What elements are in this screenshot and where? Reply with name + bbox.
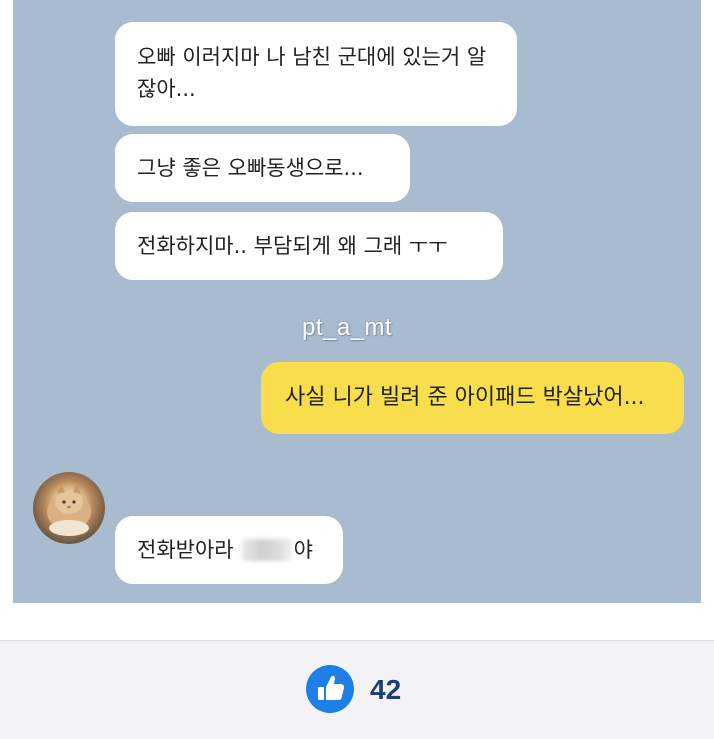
message-bubble-3: 전화하지마.. 부담되게 왜 그래 ㅜㅜ	[115, 212, 503, 280]
my-message-bubble: 사실 니가 빌려 준 아이패드 박살났어...	[261, 362, 684, 434]
message-text-before: 전화받아라	[137, 538, 234, 562]
message-text-after: 야	[293, 538, 313, 562]
page: 오빠 이러지마 나 남친 군대에 있는거 알잖아... 그냥 좋은 오빠동생으로…	[0, 0, 714, 739]
like-count: 42	[370, 674, 402, 705]
chat-screenshot: 오빠 이러지마 나 남친 군대에 있는거 알잖아... 그냥 좋은 오빠동생으로…	[13, 0, 701, 603]
message-text: 사실 니가 빌려 준 아이패드 박살났어...	[285, 385, 645, 410]
thumbs-up-icon[interactable]	[306, 665, 354, 713]
message-bubble-2: 그냥 좋은 오빠동생으로...	[115, 134, 410, 202]
like-bar	[0, 640, 714, 739]
message-text: 전화하지마.. 부담되게 왜 그래 ㅜㅜ	[137, 234, 448, 258]
watermark: pt_a_mt	[302, 314, 393, 341]
blurred-name	[241, 539, 292, 561]
message-text: 그냥 좋은 오빠동생으로...	[137, 156, 364, 180]
cat-avatar-icon	[33, 472, 105, 544]
message-bubble-5: 전화받아라 야	[115, 516, 343, 584]
message-text: 오빠 이러지마 나 남친 군대에 있는거 알잖아...	[137, 45, 487, 101]
message-bubble-1: 오빠 이러지마 나 남친 군대에 있는거 알잖아...	[115, 22, 517, 126]
